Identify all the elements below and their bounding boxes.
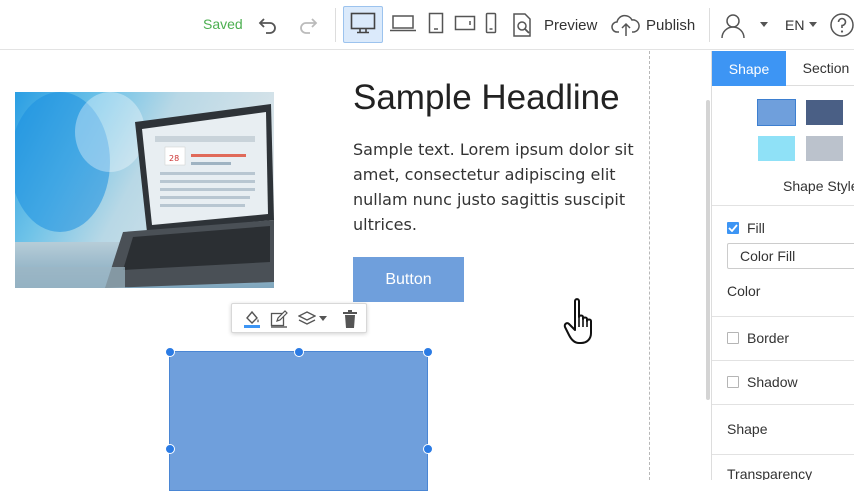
fill-checkbox[interactable] (727, 222, 739, 234)
body-text-line: Sample text. Lorem ipsum dolor sit (353, 140, 634, 159)
border-checkbox[interactable] (727, 332, 739, 344)
body-text-line: amet, consectetur adipiscing elit (353, 165, 616, 184)
publish-button[interactable]: Publish (611, 10, 703, 40)
mobile-icon (485, 12, 497, 38)
fill-color-icon[interactable] (242, 309, 262, 329)
language-label: EN (785, 17, 805, 33)
resize-handle-right[interactable] (423, 444, 433, 454)
publish-label: Publish (646, 16, 696, 34)
page-headline[interactable]: Sample Headline (353, 78, 620, 118)
panel-divider (712, 205, 854, 206)
shape-style-swatch[interactable] (806, 136, 843, 161)
panel-divider (712, 316, 854, 317)
tablet-landscape-view-button[interactable] (452, 13, 478, 37)
desktop-view-button[interactable] (343, 6, 383, 43)
tab-section[interactable]: Section (786, 51, 854, 86)
svg-text:28: 28 (169, 154, 179, 163)
top-toolbar: Saved Preview Publish EN (0, 0, 854, 50)
language-selector[interactable]: EN (785, 14, 819, 36)
resize-handle-top-right[interactable] (423, 347, 433, 357)
body-text-line: nullam nunc justo sagittis suscipit (353, 190, 626, 209)
help-icon (829, 12, 854, 38)
cloud-upload-icon (611, 12, 641, 38)
shadow-checkbox-row[interactable]: Shadow (727, 374, 798, 390)
preview-label: Preview (544, 16, 598, 34)
tablet-portrait-view-button[interactable] (425, 12, 447, 38)
preview-icon (511, 12, 535, 38)
user-icon (719, 11, 747, 39)
properties-panel: Shape Section Shape Style Fill Color Fil… (711, 51, 854, 480)
undo-icon[interactable] (256, 12, 280, 36)
tab-shape[interactable]: Shape (712, 51, 786, 86)
save-status: Saved (203, 16, 243, 32)
chevron-down-icon (760, 22, 768, 28)
color-label: Color (727, 283, 761, 299)
laptop-photo[interactable]: 28 (15, 92, 274, 288)
help-button[interactable] (829, 12, 854, 38)
laptop-view-button[interactable] (388, 13, 418, 37)
resize-handle-left[interactable] (165, 444, 175, 454)
redo-icon[interactable] (296, 12, 320, 36)
chevron-down-icon (809, 22, 818, 28)
chevron-down-icon[interactable] (319, 315, 327, 323)
body-text-line: ultrices. (353, 215, 417, 234)
mobile-view-button[interactable] (482, 12, 500, 38)
resize-handle-top[interactable] (294, 347, 304, 357)
laptop-icon (389, 13, 417, 37)
fill-checkbox-row[interactable]: Fill (727, 220, 765, 236)
shadow-label: Shadow (747, 374, 798, 390)
fill-label: Fill (747, 220, 765, 236)
border-checkbox-row[interactable]: Border (727, 330, 789, 346)
transparency-label[interactable]: Transparency (727, 466, 812, 480)
resize-handle-top-left[interactable] (165, 347, 175, 357)
fill-type-select[interactable]: Color Fill (727, 243, 854, 269)
shape-style-swatch[interactable] (806, 100, 843, 125)
tablet-portrait-icon (428, 12, 444, 38)
panel-divider (712, 454, 854, 455)
selected-shape[interactable] (165, 347, 433, 491)
tablet-landscape-icon (454, 15, 476, 35)
toolbar-divider (335, 8, 336, 42)
preview-button[interactable]: Preview (511, 11, 611, 39)
delete-icon[interactable] (340, 309, 360, 329)
canvas-scrollbar[interactable] (706, 100, 710, 400)
shape-section-label[interactable]: Shape (727, 421, 767, 437)
shape-style-swatch[interactable] (758, 136, 795, 161)
shape-styles-label: Shape Style (783, 178, 854, 194)
shape-style-swatch[interactable] (757, 99, 796, 126)
toolbar-divider (709, 8, 710, 42)
panel-divider (712, 360, 854, 361)
body-text[interactable]: Sample text. Lorem ipsum dolor sit amet,… (353, 137, 634, 237)
shadow-checkbox[interactable] (727, 376, 739, 388)
desktop-icon (350, 12, 376, 38)
hand-cursor-icon (563, 297, 603, 347)
account-menu[interactable] (719, 10, 773, 40)
layers-icon[interactable] (297, 309, 317, 329)
shape-floating-toolbar (231, 303, 367, 333)
panel-divider (712, 404, 854, 405)
border-label: Border (747, 330, 790, 346)
edit-icon[interactable] (269, 309, 289, 329)
sample-button[interactable]: Button (353, 257, 464, 302)
section-boundary-guide (649, 51, 650, 480)
